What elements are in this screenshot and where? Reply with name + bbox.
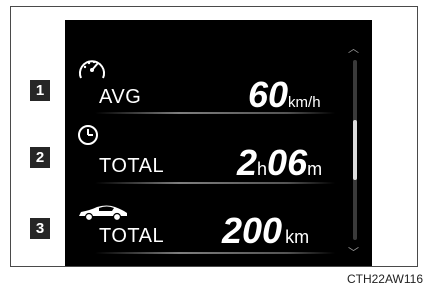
chevron-down-icon[interactable]: ﹀ [348,244,359,260]
row-3-value: 200 km [222,210,309,252]
total-time-minutes: 06 [267,142,308,183]
chevron-up-icon[interactable]: ︿ [348,40,359,56]
callout-badge-3: 3 [30,218,50,239]
speedometer-icon [79,60,105,79]
row-2-label: TOTAL [99,155,165,177]
row-3-label: TOTAL [99,225,165,247]
row-3-divider [95,252,335,254]
multi-info-display: AVG 60km/h TOTAL 2h06m TOTAL 200 km ︿ ﹀ [65,20,372,266]
row-1-value: 60km/h [248,74,321,116]
total-distance-unit: km [285,227,310,247]
minutes-unit: m [307,159,323,179]
total-time-hours: 2 [237,142,258,183]
clock-icon [78,125,98,145]
car-icon [79,205,127,222]
total-distance-value: 200 [222,210,283,251]
figure-code: CTH22AW116 [346,272,423,286]
callout-badge-2: 2 [30,147,50,168]
row-2-value: 2h06m [237,142,322,184]
avg-speed-unit: km/h [288,94,321,111]
row-1-label: AVG [99,86,142,108]
callout-badge-1: 1 [30,80,50,101]
avg-speed-value: 60 [248,74,289,115]
hours-unit: h [257,159,268,179]
scrollbar-thumb[interactable] [353,120,357,180]
